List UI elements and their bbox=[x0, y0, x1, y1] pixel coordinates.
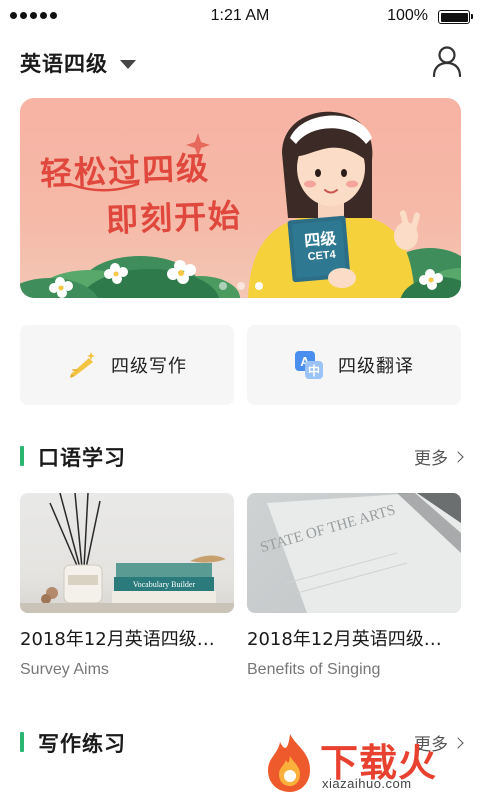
banner-subheadline: 即刻开始 bbox=[105, 196, 243, 240]
writing-quick-button[interactable]: 四级写作 bbox=[20, 325, 234, 405]
card-thumbnail: Vocabulary Builder bbox=[20, 493, 234, 613]
card-subtitle: Survey Aims bbox=[20, 661, 109, 678]
card-subtitle: Benefits of Singing bbox=[247, 661, 381, 678]
magazine-image: STATE OF THE ARTS bbox=[259, 493, 461, 613]
user-profile-button[interactable] bbox=[430, 44, 464, 78]
chevron-right-icon bbox=[452, 450, 464, 463]
watermark-url: xiazaihuo.com bbox=[322, 776, 412, 791]
oral-card[interactable]: STATE OF THE ARTS 2018年12月英语四级… Benefits… bbox=[247, 493, 461, 679]
battery-percentage: 100% bbox=[387, 7, 428, 24]
level-selector[interactable]: 英语四级 bbox=[20, 48, 136, 78]
pencil-sparkle-icon bbox=[70, 352, 95, 378]
book-spine-title: Vocabulary Builder bbox=[133, 580, 196, 589]
svg-text:中: 中 bbox=[308, 363, 320, 378]
section-accent-bar bbox=[20, 732, 24, 752]
reed-diffuser-books-image: Vocabulary Builder bbox=[20, 493, 234, 613]
user-icon bbox=[432, 46, 462, 78]
writing-quick-label: 四级写作 bbox=[111, 356, 187, 377]
watermark-logo: 下载火 xiazaihuo.com bbox=[262, 730, 472, 796]
more-label: 更多 bbox=[414, 449, 448, 469]
carousel-dot[interactable] bbox=[236, 282, 245, 290]
translation-quick-button[interactable]: A 中 四级翻译 bbox=[247, 325, 461, 405]
caret-down-icon bbox=[120, 59, 136, 69]
app-header: 英语四级 bbox=[0, 44, 480, 84]
translation-quick-label: 四级翻译 bbox=[338, 356, 414, 377]
battery-icon bbox=[438, 10, 473, 24]
oral-section-header: 口语学习 更多 bbox=[20, 442, 464, 472]
card-title: 2018年12月英语四级… bbox=[247, 629, 442, 650]
book-cover-text: 四级 CET4 bbox=[294, 229, 349, 267]
flame-logo-icon bbox=[268, 734, 310, 792]
carousel-dot[interactable] bbox=[218, 282, 227, 290]
card-thumbnail: STATE OF THE ARTS bbox=[247, 493, 461, 613]
status-bar: 1:21 AM 100% bbox=[0, 0, 480, 34]
card-title: 2018年12月英语四级… bbox=[20, 629, 215, 650]
banner-headline: 轻松过四级 bbox=[39, 149, 211, 193]
oral-more-link[interactable]: 更多 bbox=[414, 444, 464, 469]
writing-section-title: 写作练习 bbox=[38, 732, 126, 756]
translate-icon: A 中 bbox=[295, 351, 323, 379]
carousel-dot-active[interactable] bbox=[254, 282, 263, 290]
section-accent-bar bbox=[20, 446, 24, 466]
oral-card[interactable]: Vocabulary Builder 2018年12月英语四级… Survey … bbox=[20, 493, 234, 679]
promo-banner[interactable]: 轻松过四级 即刻开始 四级 CET4 bbox=[20, 98, 461, 298]
carousel-indicator[interactable] bbox=[20, 282, 461, 290]
level-title: 英语四级 bbox=[20, 52, 108, 76]
oral-section-title: 口语学习 bbox=[38, 446, 126, 470]
